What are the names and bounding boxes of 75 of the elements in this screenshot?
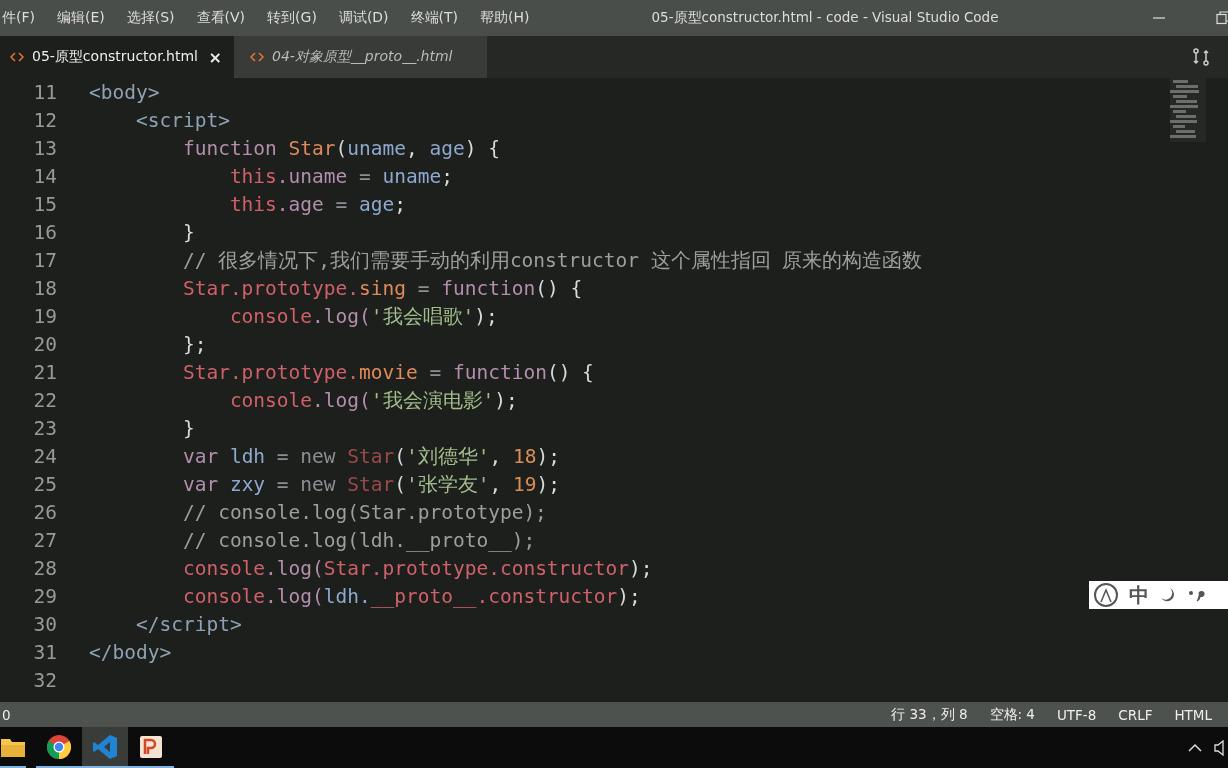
status-item[interactable]: 空格: 4 <box>989 705 1035 724</box>
line-number: 15 <box>32 192 57 216</box>
line-number: 31 <box>32 640 57 664</box>
code-line: }; <box>181 332 207 356</box>
line-number: 23 <box>32 416 57 440</box>
status-item[interactable]: 0 <box>2 706 11 723</box>
line-number: 17 <box>32 248 57 272</box>
restore-icon[interactable] <box>1216 11 1228 25</box>
code-line: Star.prototype.movie = function() { <box>181 360 594 384</box>
code-line: console.log('我会唱歌'); <box>228 303 498 330</box>
editor-tab[interactable]: 04-对象原型__proto__.html <box>234 36 487 78</box>
code-line: this.age = age; <box>228 192 407 216</box>
status-item[interactable]: CRLF <box>1118 706 1153 723</box>
code-line: </script> <box>134 612 242 636</box>
line-number: 16 <box>32 220 57 244</box>
status-item[interactable]: HTML <box>1174 706 1212 723</box>
code-line: </body> <box>89 640 172 664</box>
code-line: } <box>181 220 195 244</box>
code-line: this.uname = uname; <box>228 164 453 188</box>
close-tab-button[interactable]: × <box>208 47 222 67</box>
menu-item[interactable]: 帮助(H) <box>480 9 530 27</box>
line-number: 12 <box>32 108 57 132</box>
compare-changes-icon[interactable] <box>1192 47 1210 67</box>
tab-label: 04-对象原型__proto__.html <box>272 48 453 66</box>
line-number: 11 <box>32 80 57 104</box>
menu-item[interactable]: 编辑(E) <box>57 9 105 27</box>
status-item[interactable]: 行 33，列 8 <box>891 705 968 724</box>
browser-icon <box>46 733 72 760</box>
editor-tab[interactable]: 05-原型constructor.html × <box>0 36 234 78</box>
status-item[interactable]: UTF-8 <box>1056 706 1097 723</box>
line-number: 26 <box>32 500 57 524</box>
code-file-icon <box>250 51 264 63</box>
code-line: function Star(uname, age) { <box>181 136 500 160</box>
code-line: // 很多情况下,我们需要手动的利用constructor 这个属性指回 原来的构造函数 <box>181 247 923 274</box>
line-number: 32 <box>32 668 57 692</box>
code-line: <body> <box>89 80 160 104</box>
menu-item[interactable]: 终端(T) <box>410 9 459 27</box>
line-number: 22 <box>32 388 57 412</box>
code-line: console.log(ldh.__proto__.constructor); <box>181 584 641 608</box>
menu-item[interactable]: 查看(V) <box>196 9 246 27</box>
line-number: 25 <box>32 472 57 496</box>
chevron-up-icon[interactable] <box>1188 742 1202 753</box>
code-file-icon <box>10 51 24 63</box>
code-line: Star.prototype.sing = function() { <box>181 276 583 300</box>
speaker-icon[interactable] <box>1214 739 1226 756</box>
line-number: 30 <box>32 612 57 636</box>
minimap[interactable] <box>1170 78 1206 142</box>
line-number: 27 <box>32 528 57 552</box>
line-number: 13 <box>32 136 57 160</box>
menu-item[interactable]: 选择(S) <box>126 9 175 27</box>
code-editor-icon <box>92 733 118 760</box>
line-number: 19 <box>32 304 57 328</box>
moon-icon[interactable] <box>1159 586 1177 604</box>
line-number: 28 <box>32 556 57 580</box>
code-line: } <box>181 416 195 440</box>
menu-item[interactable]: 件(F) <box>2 9 35 27</box>
line-number: 21 <box>32 360 57 384</box>
line-number: 20 <box>32 332 57 356</box>
code-line: // console.log(Star.prototype); <box>181 500 547 524</box>
window-title: 05-原型constructor.html - code - Visual Studio Code <box>651 9 999 27</box>
tab-label: 05-原型constructor.html <box>32 48 198 66</box>
line-number: 29 <box>32 584 57 608</box>
presentation-icon <box>138 733 164 760</box>
line-number: 18 <box>32 276 57 300</box>
input-mode-label[interactable]: 中 <box>1129 581 1149 609</box>
code-line: var zxy = new Star('张学友', 19); <box>181 471 560 498</box>
menu-item[interactable]: 转到(G) <box>267 9 317 27</box>
code-line: var ldh = new Star('刘德华', 18); <box>181 443 560 470</box>
line-number: 24 <box>32 444 57 468</box>
line-number: 14 <box>32 164 57 188</box>
code-line: <script> <box>134 108 230 132</box>
code-line: console.log(Star.prototype.constructor); <box>181 556 653 580</box>
code-line: // console.log(ldh.__proto__); <box>181 528 536 552</box>
code-line: console.log('我会演电影'); <box>228 387 518 414</box>
menu-item[interactable]: 调试(D) <box>338 9 389 27</box>
